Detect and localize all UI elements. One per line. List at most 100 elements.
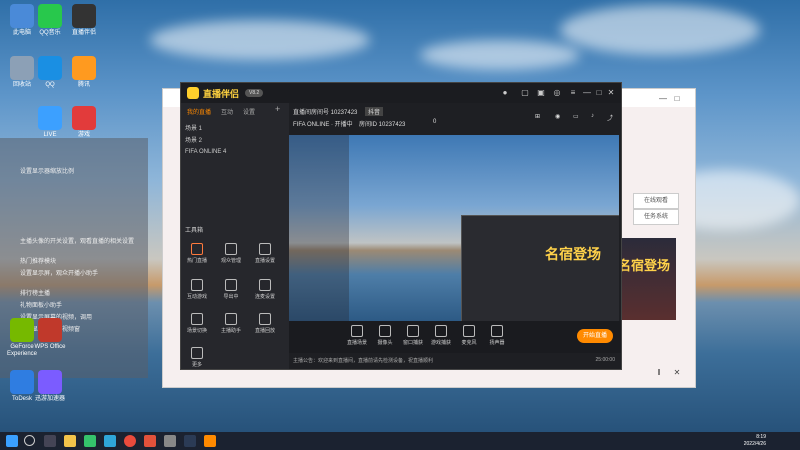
task-view-icon[interactable] [44, 435, 56, 447]
panel-line: 主播头像的开关设置，观看直播的相关设置 [20, 239, 135, 245]
minimize-icon[interactable]: — [657, 93, 669, 105]
control-button[interactable]: 窗口捕获 [401, 325, 425, 346]
microphone-icon [463, 325, 475, 337]
live-studio-window[interactable]: 直播伴侣 V8.2 ● ▢ ▣ ◎ ≡ — □ ✕ 我的直播 互动 设置 + 场… [180, 82, 622, 370]
viewer-count: 0 [433, 119, 437, 125]
tool-item[interactable]: 主播助手 [219, 313, 243, 334]
tool-label: 观众管理 [220, 258, 241, 264]
tool-label: 热门直播 [186, 258, 207, 264]
control-bar: 直播场景 摄像头 窗口捕获 游戏捕获 麦克风 扬声器 [289, 321, 621, 353]
accelerator-icon [38, 370, 62, 394]
tool-icon [191, 347, 203, 359]
tool-item[interactable]: 热门直播 [185, 243, 209, 264]
game-icon [72, 106, 96, 130]
tool-item[interactable]: 直播设置 [253, 243, 277, 264]
game-icon[interactable] [144, 435, 156, 447]
edge-icon[interactable] [104, 435, 116, 447]
maximize-icon[interactable]: □ [593, 87, 605, 99]
desktop-icon-label: 回收站 [12, 82, 31, 88]
tool-item[interactable]: 场景切换 [185, 313, 209, 334]
bell-icon[interactable]: ♪ [591, 113, 594, 119]
app-logo-icon [187, 87, 199, 99]
tool-icon [191, 279, 203, 291]
live-timer: 25:00:00 [595, 357, 615, 363]
desktop-icon-label: QQ [45, 82, 55, 88]
settings-icon[interactable] [164, 435, 176, 447]
desktop-icon[interactable]: 游戏 [64, 106, 104, 139]
tool-item[interactable]: 直播回放 [253, 313, 277, 334]
live-app-icon[interactable] [204, 435, 216, 447]
live-icon [38, 106, 62, 130]
message-icon[interactable]: ▢ [519, 87, 531, 99]
tool-item[interactable]: 观众管理 [219, 243, 243, 264]
back-window-button[interactable]: 在线观看 [633, 193, 679, 209]
control-button[interactable]: 麦克风 [457, 325, 481, 346]
control-label: 窗口捕获 [402, 340, 423, 346]
control-button[interactable]: 游戏捕获 [429, 325, 453, 346]
tool-icon [191, 243, 203, 255]
minimize-icon[interactable]: — [581, 87, 593, 99]
tool-item[interactable]: 更多 [185, 347, 209, 368]
tool-icon [259, 313, 271, 325]
camera-icon[interactable]: ◉ [555, 113, 560, 120]
scene-item[interactable]: 场景 1 [185, 123, 202, 132]
tool-label: 直播设置 [254, 258, 275, 264]
control-button[interactable]: 扬声器 [485, 325, 509, 346]
app-title: 直播伴侣 [203, 89, 240, 99]
start-icon[interactable] [6, 435, 18, 447]
clock-date: 2022/4/26 [743, 441, 766, 447]
speaker-icon [491, 325, 503, 337]
maximize-icon[interactable]: □ [671, 93, 683, 105]
live-preview[interactable]: 名宿登场 [289, 135, 619, 321]
share-icon[interactable]: ⤴ [607, 113, 613, 122]
menu-icon[interactable]: ≡ [567, 87, 579, 99]
close-icon[interactable]: ✕ [671, 367, 683, 379]
nested-preview-window [461, 215, 619, 321]
app-titlebar: 直播伴侣 V8.2 ● ▢ ▣ ◎ ≡ — □ ✕ [181, 83, 621, 103]
scene-item[interactable]: 场景 2 [185, 135, 202, 144]
files-icon[interactable] [64, 435, 76, 447]
search-icon[interactable] [24, 435, 35, 446]
room-label: 直播间房间号 10237423 [293, 110, 358, 116]
desktop-icon[interactable]: 腾讯 [64, 56, 104, 89]
tool-label: 更多 [191, 362, 202, 368]
left-sidebar: 我的直播 互动 设置 + 场景 1 场景 2 FIFA ONLINE 4 工具箱… [181, 103, 289, 369]
desktop-icon[interactable]: 直播伴侣 [64, 4, 104, 37]
pause-icon[interactable]: ‖ [653, 367, 665, 379]
scene-item[interactable]: FIFA ONLINE 4 [185, 149, 226, 155]
close-icon[interactable]: ✕ [605, 87, 617, 99]
cloud [560, 5, 760, 55]
wps-icon [38, 318, 62, 342]
layout-icon[interactable]: ⊞ [535, 113, 540, 120]
tool-item[interactable]: 连麦设置 [253, 279, 277, 300]
steam-icon[interactable] [184, 435, 196, 447]
control-label: 摄像头 [377, 340, 393, 346]
system-clock[interactable]: 8:19 2022/4/26 [744, 434, 766, 448]
back-window-button[interactable]: 任务系统 [633, 209, 679, 225]
wechat-icon[interactable] [84, 435, 96, 447]
music-icon [38, 4, 62, 28]
record-icon[interactable]: ◎ [551, 87, 563, 99]
desktop-icon[interactable]: WPS Office [30, 318, 70, 351]
screen-icon[interactable]: ▭ [573, 113, 579, 120]
tab-settings[interactable]: 设置 [243, 107, 255, 116]
tab-live[interactable]: 我的直播 [187, 107, 211, 116]
tool-item[interactable]: 导出中 [219, 279, 243, 300]
gift-icon[interactable]: ▣ [535, 87, 547, 99]
control-button[interactable]: 摄像头 [373, 325, 397, 346]
desktop-icon[interactable]: 迅游加速器 [30, 370, 70, 403]
tool-item[interactable]: 互动游戏 [185, 279, 209, 300]
control-button[interactable]: 直播场景 [345, 325, 369, 346]
add-scene-icon[interactable]: + [275, 104, 280, 114]
avatar-icon[interactable]: ● [499, 87, 511, 99]
cloud [420, 40, 580, 70]
chrome-icon[interactable] [124, 435, 136, 447]
tool-icon [225, 313, 237, 325]
start-live-button[interactable]: 开始直播 [577, 329, 613, 343]
announcement-text: 主播公告：欢迎来到直播间，直播前请先检测设备，祝直播顺利 [293, 358, 434, 364]
tab-interact[interactable]: 互动 [221, 107, 233, 116]
tool-label: 直播回放 [254, 328, 275, 334]
panel-line: 排行榜主播 [20, 291, 51, 297]
cloud [150, 20, 370, 60]
toolbox-label: 工具箱 [185, 228, 204, 234]
